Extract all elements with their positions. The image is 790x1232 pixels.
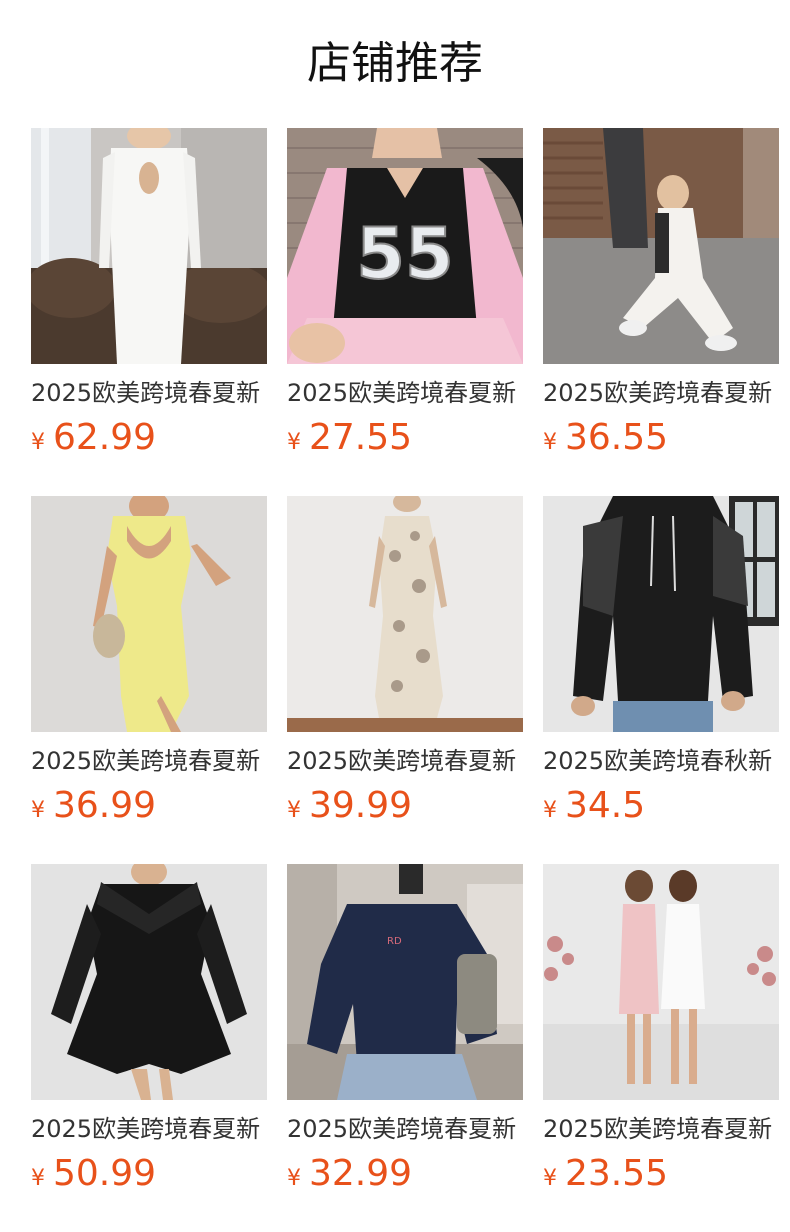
product-image[interactable]: 55 [287,128,523,364]
svg-text:55: 55 [356,213,453,295]
product-price: ¥36.99 [31,784,267,828]
product-card[interactable]: RD 2025欧美跨境春夏新 ¥32.99 [287,864,523,1232]
currency-symbol: ¥ [287,798,301,823]
price-amount: 27.55 [309,417,413,458]
product-card[interactable]: 55 2025欧美跨境春夏新 ¥27.55 [287,128,523,496]
price-amount: 39.99 [309,785,413,826]
price-amount: 50.99 [53,1153,157,1194]
product-image[interactable] [543,864,779,1100]
product-image[interactable] [31,496,267,732]
price-amount: 36.55 [565,417,669,458]
currency-symbol: ¥ [31,798,45,823]
product-name[interactable]: 2025欧美跨境春夏新 [31,376,267,410]
product-name[interactable]: 2025欧美跨境春夏新 [287,376,523,410]
product-card[interactable]: 2025欧美跨境春夏新 ¥62.99 [31,128,267,496]
product-name[interactable]: 2025欧美跨境春秋新 [543,744,779,778]
currency-symbol: ¥ [543,430,557,455]
product-image[interactable]: RD [287,864,523,1100]
product-image[interactable] [543,128,779,364]
product-price: ¥62.99 [31,416,267,460]
product-name[interactable]: 2025欧美跨境春夏新 [543,376,779,410]
product-grid: 2025欧美跨境春夏新 ¥62.99 55 2025欧美跨境春夏新 ¥ 27.5… [31,128,779,1232]
svg-text:RD: RD [387,936,402,947]
currency-symbol: ¥ [543,798,557,823]
product-card[interactable]: 2025欧美跨境春夏新 ¥39.99 [287,496,523,864]
product-image[interactable] [31,128,267,364]
product-price: ¥34.5 [543,784,779,828]
currency-symbol: ¥ [31,1166,45,1191]
currency-symbol: ¥ [543,1166,557,1191]
product-price: ¥32.99 [287,1152,523,1196]
product-card[interactable]: 2025欧美跨境春夏新 ¥36.99 [31,496,267,864]
product-price: ¥27.55 [287,416,523,460]
currency-symbol: ¥ [287,1166,301,1191]
product-image[interactable] [543,496,779,732]
price-amount: 62.99 [53,417,157,458]
product-price: ¥36.55 [543,416,779,460]
product-card[interactable]: 2025欧美跨境春夏新 ¥36.55 [543,128,779,496]
price-amount: 32.99 [309,1153,413,1194]
product-price: ¥23.55 [543,1152,779,1196]
product-image[interactable] [31,864,267,1100]
price-amount: 34.5 [565,785,646,826]
product-name[interactable]: 2025欧美跨境春夏新 [287,1112,523,1146]
product-name[interactable]: 2025欧美跨境春夏新 [543,1112,779,1146]
product-card[interactable]: 2025欧美跨境春夏新 ¥50.99 [31,864,267,1232]
product-card[interactable]: 2025欧美跨境春夏新 ¥23.55 [543,864,779,1232]
product-price: ¥39.99 [287,784,523,828]
product-price: ¥50.99 [31,1152,267,1196]
price-amount: 36.99 [53,785,157,826]
product-name[interactable]: 2025欧美跨境春夏新 [31,744,267,778]
currency-symbol: ¥ [287,430,301,455]
product-name[interactable]: 2025欧美跨境春夏新 [287,744,523,778]
product-image[interactable] [287,496,523,732]
price-amount: 23.55 [565,1153,669,1194]
product-name[interactable]: 2025欧美跨境春夏新 [31,1112,267,1146]
section-title: 店铺推荐 [307,38,483,89]
product-card[interactable]: 2025欧美跨境春秋新 ¥34.5 [543,496,779,864]
currency-symbol: ¥ [31,430,45,455]
